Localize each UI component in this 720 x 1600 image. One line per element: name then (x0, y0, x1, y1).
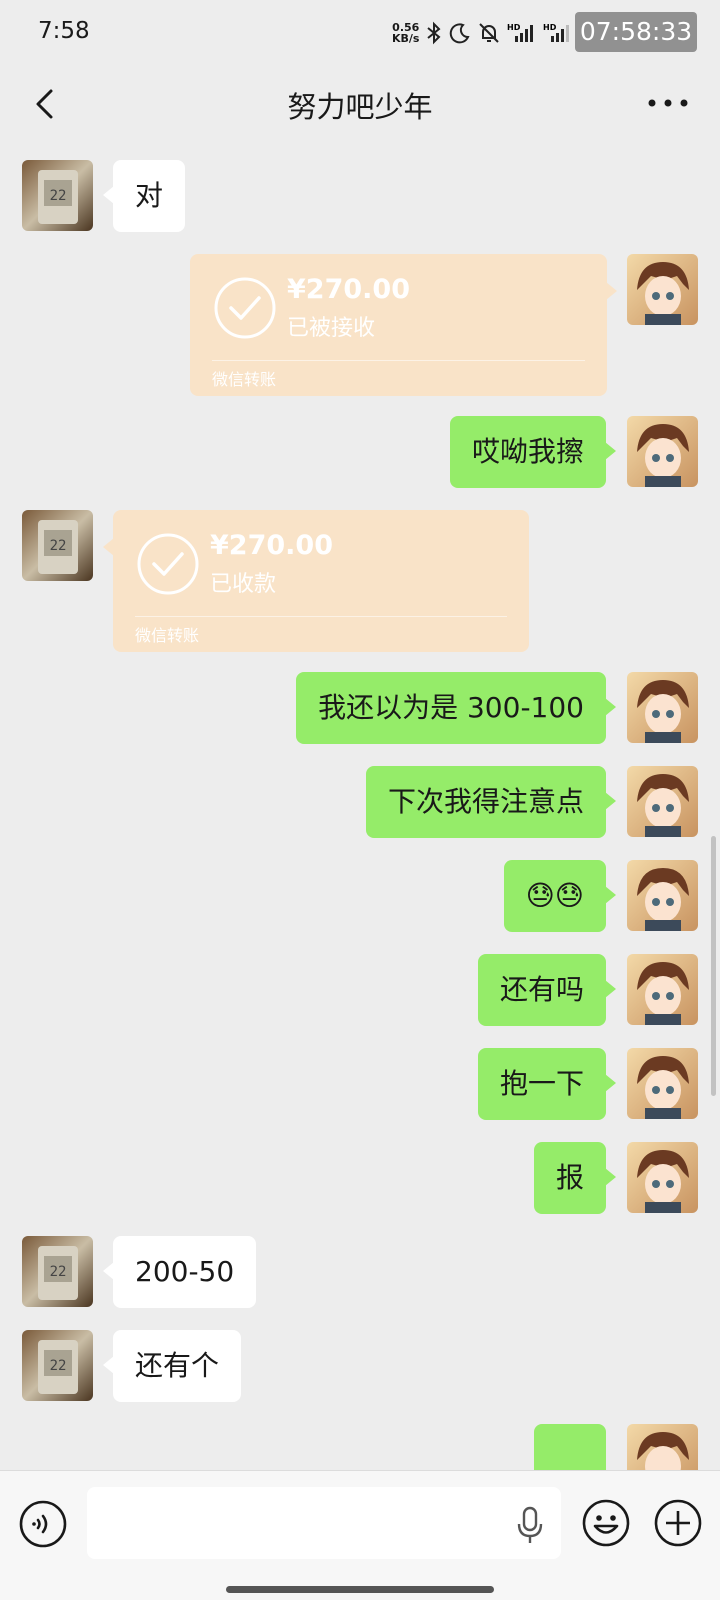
message-bubble[interactable]: 下次我得注意点 (365, 766, 617, 838)
my-avatar[interactable] (627, 1048, 698, 1119)
more-dots-icon[interactable] (646, 88, 690, 118)
transfer-amount: ¥270.00 (287, 274, 410, 305)
my-avatar[interactable] (627, 860, 698, 931)
svg-text:HD: HD (507, 23, 521, 32)
message-bubble[interactable]: 200-50 (102, 1236, 257, 1308)
signal-icon-2: HD (543, 23, 570, 42)
message-input[interactable] (87, 1487, 561, 1559)
my-avatar[interactable] (627, 954, 698, 1025)
chat-title: 努力吧少年 (287, 90, 433, 124)
my-avatar[interactable] (627, 672, 698, 743)
scrollbar[interactable] (711, 836, 716, 1096)
my-avatar[interactable] (627, 416, 698, 487)
chevron-left-icon[interactable] (26, 84, 66, 124)
message-bubble[interactable]: 抱一下 (477, 1048, 617, 1120)
transfer-status: 已收款 (210, 572, 277, 597)
svg-text:22: 22 (50, 1358, 67, 1374)
status-icons: 0.56 KB/s HD HD (392, 18, 573, 48)
contact-avatar[interactable]: 22 (22, 510, 93, 581)
check-circle-icon (137, 533, 199, 595)
screen-record-timer: 07:58:33 (575, 12, 697, 52)
contact-avatar[interactable]: 22 (22, 1330, 93, 1401)
my-avatar[interactable] (627, 766, 698, 837)
my-avatar[interactable] (627, 1142, 698, 1213)
chat-header: 努力吧少年 (0, 66, 720, 146)
message-bubble[interactable]: 我还以为是 300-100 (296, 672, 616, 744)
plus-circle-icon[interactable] (652, 1497, 704, 1549)
home-indicator[interactable] (226, 1586, 494, 1593)
transfer-card[interactable]: ¥270.00 已被接收 微信转账 (190, 254, 617, 396)
network-speed: 0.56 KB/s (392, 22, 419, 44)
moon-icon (450, 23, 471, 44)
contact-avatar[interactable]: 22 (22, 1236, 93, 1307)
emoji-message-bubble[interactable]: 😓😓 (503, 860, 617, 932)
message-bubble[interactable]: 报 (533, 1142, 617, 1214)
divider (135, 616, 507, 617)
bluetooth-icon (427, 21, 441, 45)
input-bar (0, 1470, 720, 1600)
check-circle-icon (214, 277, 276, 339)
transfer-label: 微信转账 (212, 370, 277, 389)
svg-text:22: 22 (50, 1264, 67, 1280)
chat-message-list[interactable]: 22 对 ¥270.00 已被接收 微信转账 哎呦我擦 22 ¥270.00 已… (0, 146, 720, 1470)
message-bubble-partial[interactable] (534, 1424, 606, 1470)
message-bubble[interactable]: 还有个 (102, 1330, 242, 1402)
mute-bell-icon (479, 23, 500, 43)
network-speed-unit: KB/s (392, 32, 420, 45)
transfer-amount: ¥270.00 (210, 530, 333, 561)
my-avatar[interactable] (627, 254, 698, 325)
transfer-label: 微信转账 (135, 626, 200, 645)
status-time: 7:58 (38, 18, 90, 44)
message-bubble[interactable]: 对 (102, 160, 186, 232)
message-bubble[interactable]: 哎呦我擦 (449, 416, 617, 488)
divider (212, 360, 585, 361)
svg-text:HD: HD (543, 23, 557, 32)
svg-text:22: 22 (50, 538, 67, 554)
status-bar: 7:58 0.56 KB/s HD HD 07:58:33 (0, 0, 720, 66)
transfer-status: 已被接收 (287, 316, 376, 341)
signal-icon: HD (507, 23, 534, 42)
transfer-card[interactable]: ¥270.00 已收款 微信转账 (103, 510, 529, 652)
microphone-icon[interactable] (513, 1505, 547, 1545)
message-bubble[interactable]: 还有吗 (477, 954, 617, 1026)
svg-text:22: 22 (50, 188, 67, 204)
contact-avatar[interactable]: 22 (22, 160, 93, 231)
emoji-face-icon[interactable] (580, 1497, 632, 1549)
my-avatar[interactable] (627, 1424, 698, 1470)
voice-toggle-icon[interactable] (18, 1499, 68, 1549)
